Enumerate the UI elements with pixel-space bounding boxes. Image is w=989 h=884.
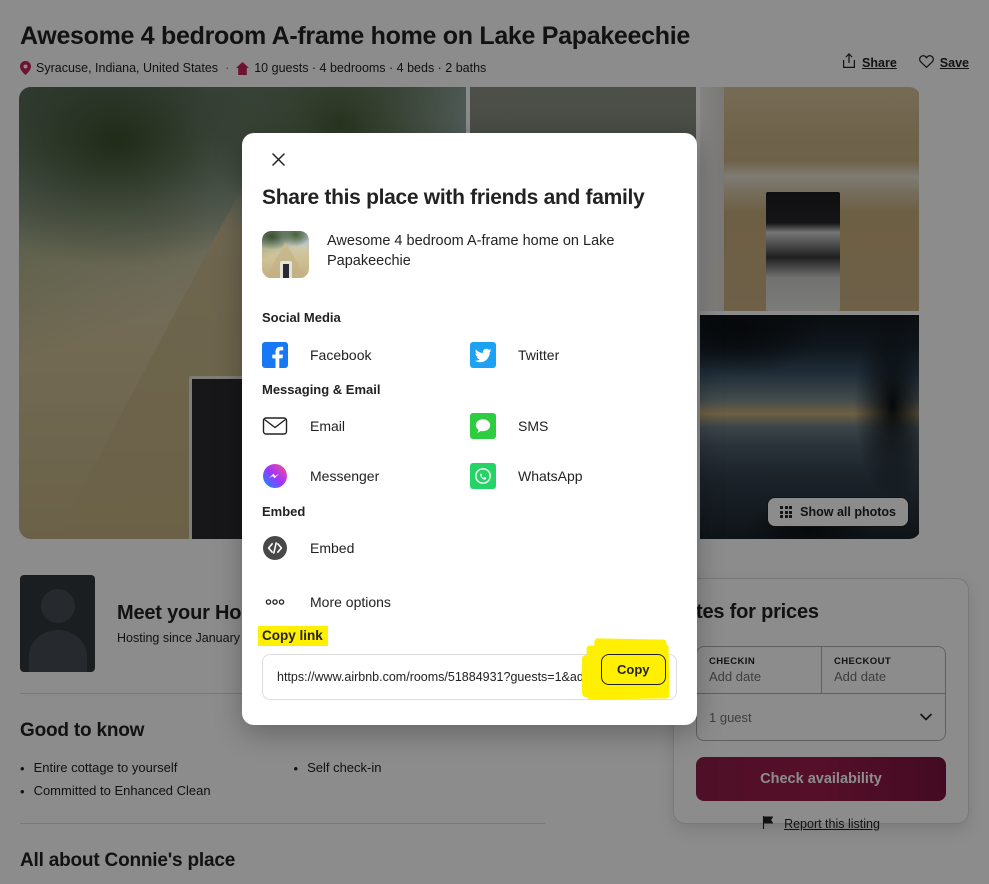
share-option-sms[interactable]: SMS — [470, 401, 678, 451]
embed-options: Embed — [262, 523, 677, 573]
ellipsis-icon — [262, 589, 288, 615]
section-label-messaging-email: Messaging & Email — [262, 382, 381, 397]
email-icon — [262, 413, 288, 439]
share-option-label: SMS — [518, 418, 549, 434]
close-icon — [271, 153, 285, 169]
close-button[interactable] — [262, 145, 294, 177]
share-option-label: More options — [310, 594, 391, 610]
copy-button-wrap: Copy — [601, 654, 666, 685]
copy-button[interactable]: Copy — [601, 654, 666, 685]
sms-icon — [470, 413, 496, 439]
copy-link-label: Copy link — [258, 626, 328, 646]
share-option-label: Messenger — [310, 468, 380, 484]
messaging-email-options: Email SMS Messenger WhatsApp — [262, 401, 677, 501]
share-option-label: WhatsApp — [518, 468, 583, 484]
twitter-icon — [470, 342, 496, 368]
social-media-options: Facebook Twitter — [262, 330, 677, 380]
share-option-label: Facebook — [310, 347, 372, 363]
share-option-label: Embed — [310, 540, 355, 556]
listing-preview: Awesome 4 bedroom A-frame home on Lake P… — [262, 231, 662, 278]
share-option-label: Email — [310, 418, 346, 434]
more-options-row: More options — [262, 577, 677, 627]
listing-thumbnail — [262, 231, 309, 278]
section-label-social-media: Social Media — [262, 310, 341, 325]
listing-preview-title: Awesome 4 bedroom A-frame home on Lake P… — [327, 233, 615, 269]
share-option-embed[interactable]: Embed — [262, 523, 470, 573]
whatsapp-icon — [470, 463, 496, 489]
share-option-email[interactable]: Email — [262, 401, 470, 451]
embed-code-icon — [262, 535, 288, 561]
share-option-twitter[interactable]: Twitter — [470, 330, 678, 380]
section-label-embed: Embed — [262, 504, 306, 519]
facebook-icon — [262, 342, 288, 368]
share-option-facebook[interactable]: Facebook — [262, 330, 470, 380]
copy-link-label-wrap: Copy link — [258, 626, 328, 646]
modal-title: Share this place with friends and family — [262, 186, 645, 209]
share-option-label: Twitter — [518, 347, 560, 363]
share-modal: Share this place with friends and family… — [242, 133, 697, 725]
share-option-more[interactable]: More options — [262, 577, 470, 627]
share-option-messenger[interactable]: Messenger — [262, 451, 470, 501]
share-option-whatsapp[interactable]: WhatsApp — [470, 451, 678, 501]
messenger-icon — [262, 463, 288, 489]
